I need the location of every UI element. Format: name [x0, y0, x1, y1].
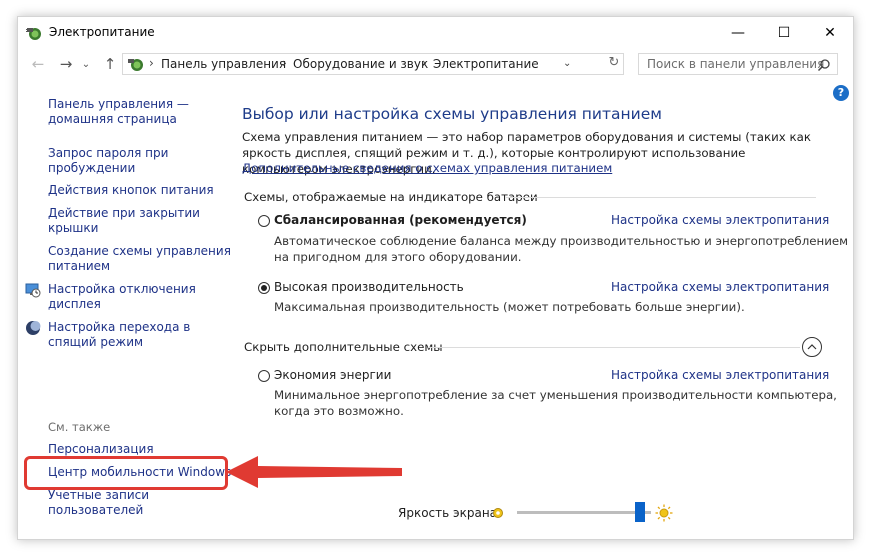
section-divider: [506, 197, 816, 198]
sidebar-item-label: крышки: [48, 221, 99, 235]
hide-additional-plans-heading[interactable]: Скрыть дополнительные схемы: [244, 340, 443, 354]
refresh-icon[interactable]: ↻: [605, 53, 623, 71]
sidebar-item-label: Запрос пароля при: [48, 146, 169, 160]
back-arrow-icon[interactable]: ←: [28, 54, 48, 74]
forward-arrow-icon[interactable]: →: [56, 54, 76, 74]
help-icon[interactable]: ?: [833, 85, 849, 101]
plan-name: Высокая производительность: [274, 280, 464, 294]
breadcrumb-power-options[interactable]: Электропитание: [433, 57, 539, 71]
address-dropdown-chevron-icon[interactable]: ⌄: [563, 58, 571, 69]
sidebar-item-label: дисплея: [48, 297, 101, 311]
recent-chevron-down-icon[interactable]: ⌄: [76, 54, 96, 74]
breadcrumb-control-panel[interactable]: Панель управления: [161, 57, 286, 71]
sidebar-item-label: пробуждении: [48, 161, 136, 175]
minimize-button[interactable]: —: [715, 17, 761, 48]
sidebar-item-label: домашняя страница: [48, 112, 177, 126]
title-bar: Электропитание — ☐ ✕: [18, 17, 853, 48]
up-arrow-icon[interactable]: ↑: [100, 54, 120, 74]
power-plug-icon: [26, 28, 41, 40]
sidebar-item-label: Панель управления —: [48, 97, 189, 111]
sidebar-item-label: питанием: [48, 259, 111, 273]
sidebar-item-label: Действия кнопок питания: [48, 183, 214, 197]
breadcrumb-separator: ›: [149, 56, 154, 70]
control-panel-icon: [128, 59, 143, 71]
sidebar-item-label: Персонализация: [48, 442, 154, 456]
search-icon[interactable]: [817, 58, 831, 72]
search-box[interactable]: Поиск в панели управления: [638, 53, 838, 75]
battery-plans-heading: Схемы, отображаемые на индикаторе батаре…: [244, 190, 538, 204]
search-placeholder: Поиск в панели управления: [647, 57, 825, 71]
sidebar-item-control-panel-home[interactable]: Панель управления — домашняя страница: [48, 97, 189, 127]
moon-icon: [26, 321, 41, 335]
high-performance-plan-radio[interactable]: [258, 282, 270, 294]
page-title: Выбор или настройка схемы управления пит…: [242, 105, 662, 123]
close-button[interactable]: ✕: [807, 17, 853, 48]
plan-settings-link[interactable]: Настройка схемы электропитания: [611, 213, 829, 227]
sidebar-item-label: пользователей: [48, 503, 144, 517]
power-saver-plan-radio[interactable]: [258, 370, 270, 382]
section-divider: [428, 347, 800, 348]
plan-name: Сбалансированная (рекомендуется): [274, 213, 527, 227]
see-also-heading: См. также: [48, 420, 111, 434]
plan-name: Экономия энергии: [274, 368, 392, 382]
brightness-slider-fill: [517, 511, 641, 514]
more-info-link[interactable]: Дополнительные сведения о схемах управле…: [242, 161, 612, 175]
plan-settings-link[interactable]: Настройка схемы электропитания: [611, 280, 829, 294]
sidebar-item-user-accounts[interactable]: Учетные записи пользователей: [48, 488, 149, 518]
sidebar-item-display-off[interactable]: Настройка отключения дисплея: [48, 282, 196, 312]
plan-description: Максимальная производительность (может п…: [274, 300, 745, 314]
plan-description: на пригодном для этого оборудовании.: [274, 250, 522, 264]
bright-sun-icon: [655, 504, 673, 522]
plan-description: Автоматическое соблюдение баланса между …: [274, 234, 849, 248]
brightness-slider-track[interactable]: [517, 511, 651, 514]
sidebar-item-label: Действие при закрытии: [48, 206, 200, 220]
window-title: Электропитание: [49, 25, 155, 39]
power-options-window: Электропитание — ☐ ✕ ← → ⌄ ↑ › Панель уп…: [17, 16, 854, 540]
plan-description: когда это возможно.: [274, 404, 404, 418]
sidebar-item-personalization[interactable]: Персонализация: [48, 442, 154, 457]
sidebar-item-label: спящий режим: [48, 335, 144, 349]
sidebar-item-wake-password[interactable]: Запрос пароля при пробуждении: [48, 146, 168, 176]
collapse-chevron-up-icon[interactable]: [802, 337, 822, 357]
balanced-plan-radio[interactable]: [258, 215, 270, 227]
breadcrumb-hardware-sound[interactable]: Оборудование и звук: [293, 57, 428, 71]
sidebar-item-power-buttons[interactable]: Действия кнопок питания: [48, 183, 214, 198]
navigation-bar: ← → ⌄ ↑ › Панель управления › Оборудован…: [18, 50, 853, 78]
sidebar-item-create-plan[interactable]: Создание схемы управления питанием: [48, 244, 231, 274]
sidebar-item-label: Настройка отключения: [48, 282, 196, 296]
maximize-button[interactable]: ☐: [761, 17, 807, 48]
sidebar-item-lid-close[interactable]: Действие при закрытии крышки: [48, 206, 200, 236]
sidebar-item-label: Учетные записи: [48, 488, 150, 502]
sidebar-item-label: Настройка перехода в: [48, 320, 191, 334]
brightness-slider-thumb[interactable]: [635, 502, 646, 522]
sidebar-item-label: Создание схемы управления: [48, 244, 231, 258]
sidebar-item-sleep[interactable]: Настройка перехода в спящий режим: [48, 320, 190, 350]
dim-sun-icon: [493, 508, 503, 518]
plan-description: Минимальное энергопотребление за счет ум…: [274, 388, 837, 402]
breadcrumb-separator: ›: [422, 56, 427, 70]
breadcrumb-separator: ›: [282, 56, 287, 70]
red-arrow-annotation: [226, 456, 402, 488]
plan-settings-link[interactable]: Настройка схемы электропитания: [611, 368, 829, 382]
brightness-label: Яркость экрана:: [398, 506, 502, 520]
display-clock-icon: [25, 283, 41, 298]
highlight-box: [24, 456, 228, 490]
address-bar[interactable]: › Панель управления › Оборудование и зву…: [122, 53, 624, 75]
